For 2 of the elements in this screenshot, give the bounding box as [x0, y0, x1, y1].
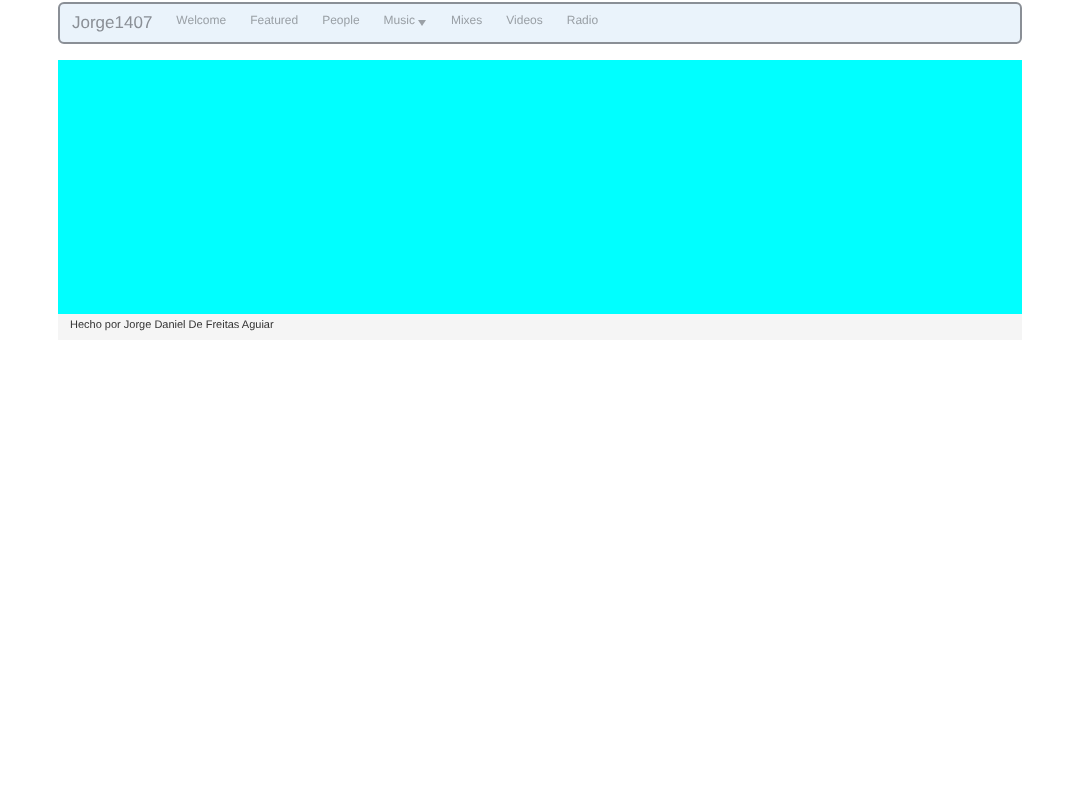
caret-icon — [418, 20, 427, 26]
brand-link[interactable]: Jorge1407 — [72, 10, 153, 36]
